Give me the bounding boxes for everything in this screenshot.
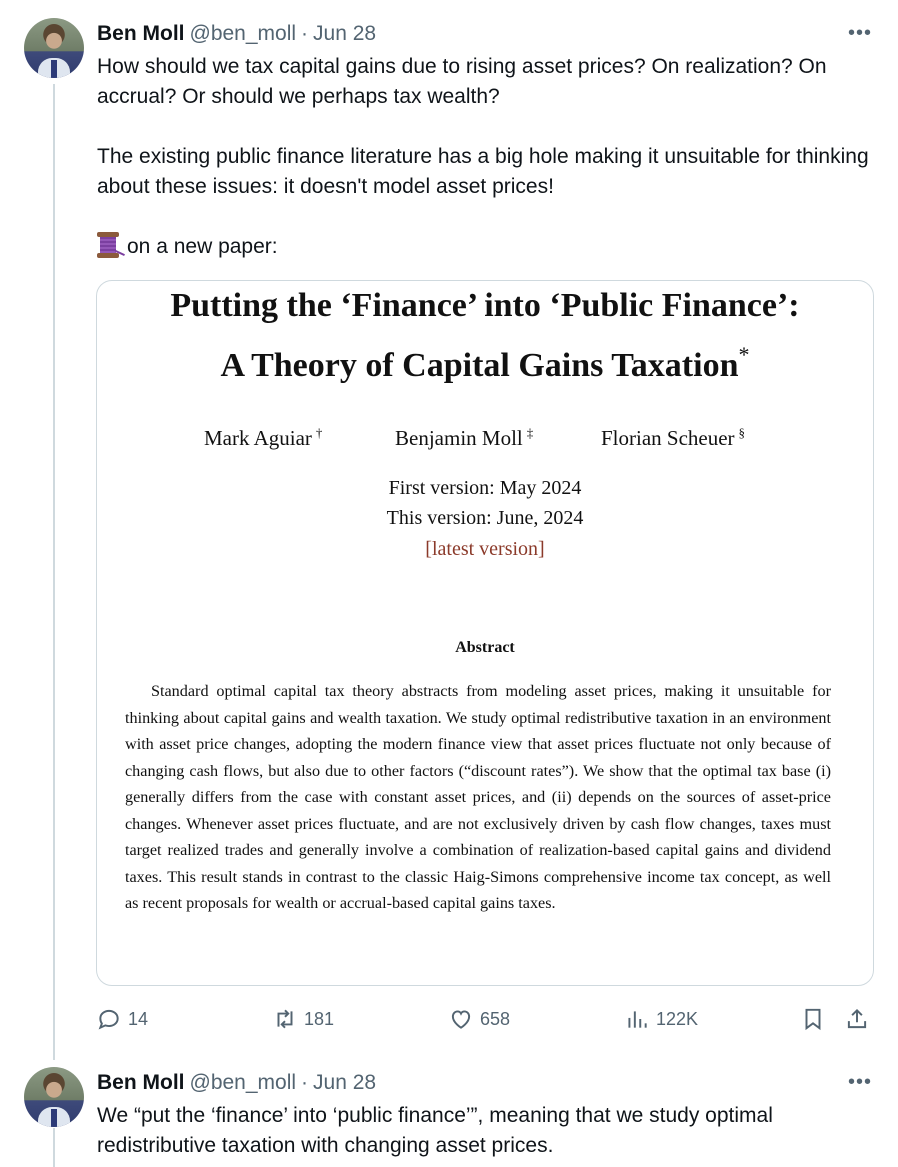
this-version: This version: June, 2024 [386, 507, 584, 529]
reply-button[interactable]: 14 [96, 1004, 148, 1034]
avatar-tie [51, 1109, 57, 1127]
tweet-header: Ben Moll @ben_moll · Jun 28 [97, 1069, 376, 1097]
repost-count: 181 [304, 1008, 335, 1029]
abstract-heading: Abstract [455, 639, 515, 656]
author-name-2: Benjamin Moll [395, 426, 523, 450]
author-name[interactable]: Ben Moll [97, 22, 185, 46]
like-button[interactable]: 658 [448, 1004, 510, 1034]
first-version: First version: May 2024 [388, 477, 582, 499]
reply-icon [98, 1009, 119, 1030]
latest-version-link: [latest version] [425, 538, 545, 560]
header-separator: · [301, 1071, 309, 1094]
tweet-text-paragraph-1: How should we tax capital gains due to r… [97, 55, 827, 108]
title-footnote-mark: * [738, 342, 750, 367]
bookmark-icon [805, 1008, 821, 1031]
paper-author-3: Florian Scheuer § [601, 425, 745, 451]
repost-icon [277, 1009, 293, 1029]
tweet-date[interactable]: Jun 28 [313, 22, 376, 46]
author-mark-3: § [738, 425, 746, 440]
tweet-text: We “put the ‘finance’ into ‘public finan… [97, 1104, 773, 1157]
author-name-1: Mark Aguiar [204, 426, 312, 450]
tweet-date[interactable]: Jun 28 [313, 1071, 376, 1095]
repost-button[interactable]: 181 [272, 1004, 334, 1034]
heart-icon [451, 1010, 471, 1029]
avatar-tie [51, 60, 57, 78]
avatar[interactable] [24, 1067, 84, 1127]
tweet-text-paragraph-2: The existing public finance literature h… [97, 145, 869, 198]
paper-author-1: Mark Aguiar † [204, 425, 322, 451]
abstract-text: Standard optimal capital tax theory abst… [125, 682, 831, 912]
thread-connector-line-2 [53, 1128, 55, 1167]
tweet-actions: 14 181 658 122K [96, 1004, 876, 1034]
paper-author-2: Benjamin Moll ‡ [395, 425, 533, 451]
author-mark-2: ‡ [526, 425, 534, 440]
tweet-text-intro: on a new paper: [127, 235, 278, 258]
tweet-text-paragraph-3: on a new paper: [97, 232, 877, 262]
more-options-icon[interactable]: ••• [848, 23, 872, 50]
paper-title-text: A Theory of Capital Gains Taxation [220, 347, 739, 384]
views-chart-icon [628, 1011, 647, 1028]
author-handle[interactable]: @ben_moll [190, 1071, 297, 1095]
author-name[interactable]: Ben Moll [97, 1071, 185, 1095]
author-name-3: Florian Scheuer [601, 426, 735, 450]
thread-spool-icon [97, 232, 125, 258]
share-icon [847, 1008, 867, 1029]
like-count: 658 [480, 1008, 511, 1029]
tweet-header: Ben Moll @ben_moll · Jun 28 [97, 20, 376, 48]
paper-title-line-2: A Theory of Capital Gains Taxation* [97, 342, 873, 385]
attached-paper-image[interactable]: Putting the ‘Finance’ into ‘Public Finan… [96, 280, 874, 986]
share-button[interactable] [844, 1004, 876, 1034]
bookmark-button[interactable] [800, 1004, 832, 1034]
avatar[interactable] [24, 18, 84, 78]
reply-count: 14 [128, 1008, 149, 1029]
author-handle[interactable]: @ben_moll [190, 22, 297, 46]
header-separator: · [301, 22, 309, 45]
thread-connector-line [53, 84, 55, 1060]
author-mark-1: † [315, 425, 323, 440]
paper-title-line-1: Putting the ‘Finance’ into ‘Public Finan… [170, 287, 800, 324]
more-options-icon[interactable]: ••• [848, 1072, 872, 1099]
views-button[interactable]: 122K [624, 1004, 698, 1034]
views-count: 122K [656, 1008, 699, 1029]
